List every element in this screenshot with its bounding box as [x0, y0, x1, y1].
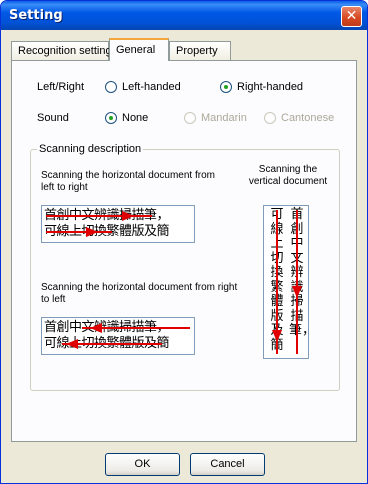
- vertical-description: Scanning the vertical document: [248, 164, 328, 187]
- vertical-scan-arrows: [272, 210, 302, 354]
- ltr-scan-arrows: [46, 211, 152, 237]
- rtl-sample-image: 首創中文辨識掃描筆， 可線上切換繁體版及簡: [41, 317, 195, 355]
- cancel-button[interactable]: Cancel: [190, 453, 265, 476]
- ltr-description: Scanning the horizontal document from le…: [41, 170, 215, 193]
- vertical-sample-image: 首創中文辨識掃描筆， 可線上切換繁體版及簡: [263, 205, 315, 359]
- sound-cantonese-radio: Cantonese: [264, 112, 334, 124]
- general-tab-panel: Left/Right Left-handed Right-handed Soun…: [11, 60, 357, 442]
- sound-mandarin-label: Mandarin: [201, 112, 247, 124]
- close-button[interactable]: ✕: [341, 6, 362, 27]
- radio-checked-icon: [220, 81, 232, 93]
- tab-property[interactable]: Property: [169, 41, 231, 60]
- left-handed-radio[interactable]: Left-handed: [105, 81, 181, 93]
- setting-dialog: Setting ✕ Recognition setting General Pr…: [0, 0, 368, 484]
- sound-cantonese-label: Cantonese: [281, 112, 335, 124]
- ok-button[interactable]: OK: [105, 453, 180, 476]
- scanning-description-group: Scanning description Scanning the horizo…: [30, 143, 340, 391]
- right-handed-label: Right-handed: [237, 81, 304, 93]
- sound-none-label: None: [122, 112, 149, 124]
- right-handed-radio[interactable]: Right-handed: [220, 81, 303, 93]
- title-bar[interactable]: Setting ✕: [1, 1, 367, 30]
- radio-unchecked-icon: [264, 112, 276, 124]
- sound-mandarin-radio: Mandarin: [184, 112, 247, 124]
- sound-label: Sound: [37, 112, 69, 124]
- group-title: Scanning description: [37, 143, 144, 155]
- sound-none-radio[interactable]: None: [105, 112, 148, 124]
- rtl-description: Scanning the horizontal document from ri…: [41, 282, 238, 305]
- tab-general[interactable]: General: [109, 38, 169, 61]
- tab-recognition-setting[interactable]: Recognition setting: [11, 41, 112, 60]
- radio-unchecked-icon: [184, 112, 196, 124]
- ltr-sample-image: 首創中文辨識掃描筆， 可線上切換繁體版及簡: [41, 205, 195, 243]
- radio-unchecked-icon: [105, 81, 117, 93]
- radio-checked-icon: [105, 112, 117, 124]
- window-title: Setting: [9, 8, 63, 23]
- left-handed-label: Left-handed: [122, 81, 181, 93]
- rtl-scan-arrows: [62, 323, 190, 349]
- hand-label: Left/Right: [37, 81, 85, 93]
